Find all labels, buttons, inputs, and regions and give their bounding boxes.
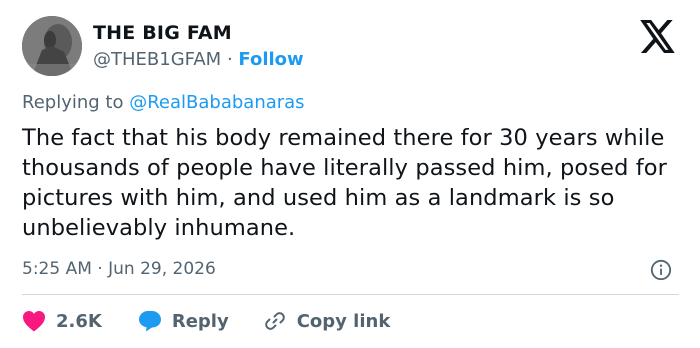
- info-icon[interactable]: [650, 259, 672, 281]
- x-logo-icon[interactable]: [640, 20, 676, 53]
- heart-icon: [23, 311, 45, 332]
- like-count: 2.6K: [56, 310, 102, 332]
- speech-bubble-icon: [138, 311, 161, 332]
- link-icon: [264, 312, 285, 330]
- replying-to: Replying to @RealBababanaras: [22, 92, 305, 113]
- tweet-text: The fact that his body remained there fo…: [22, 125, 667, 241]
- reply-label: Reply: [171, 310, 229, 332]
- divider: [22, 294, 679, 295]
- avatar-image: [22, 16, 82, 76]
- copy-link-button[interactable]: Copy link: [263, 309, 391, 333]
- timestamp-separator: ·: [97, 259, 103, 279]
- author-handle-row: @THEB1GFAM · Follow: [93, 49, 304, 70]
- reply-button[interactable]: Reply: [138, 310, 229, 332]
- reply-mention-link[interactable]: @RealBababanaras: [129, 92, 304, 113]
- like-button[interactable]: 2.6K: [22, 310, 102, 332]
- author-handle[interactable]: @THEB1GFAM: [93, 49, 221, 70]
- tweet-timestamp[interactable]: 5:25 AM · Jun 29, 2026: [22, 259, 216, 279]
- replying-to-prefix: Replying to: [22, 92, 124, 113]
- follow-button[interactable]: Follow: [238, 49, 303, 70]
- tweet-actions: 2.6K Reply Copy link: [22, 308, 390, 334]
- author-name[interactable]: THE BIG FAM: [93, 22, 232, 44]
- tweet-date: Jun 29, 2026: [108, 259, 216, 279]
- avatar[interactable]: [22, 16, 82, 76]
- handle-separator: ·: [226, 49, 233, 70]
- copy-link-label: Copy link: [296, 310, 391, 332]
- tweet-time: 5:25 AM: [22, 259, 92, 279]
